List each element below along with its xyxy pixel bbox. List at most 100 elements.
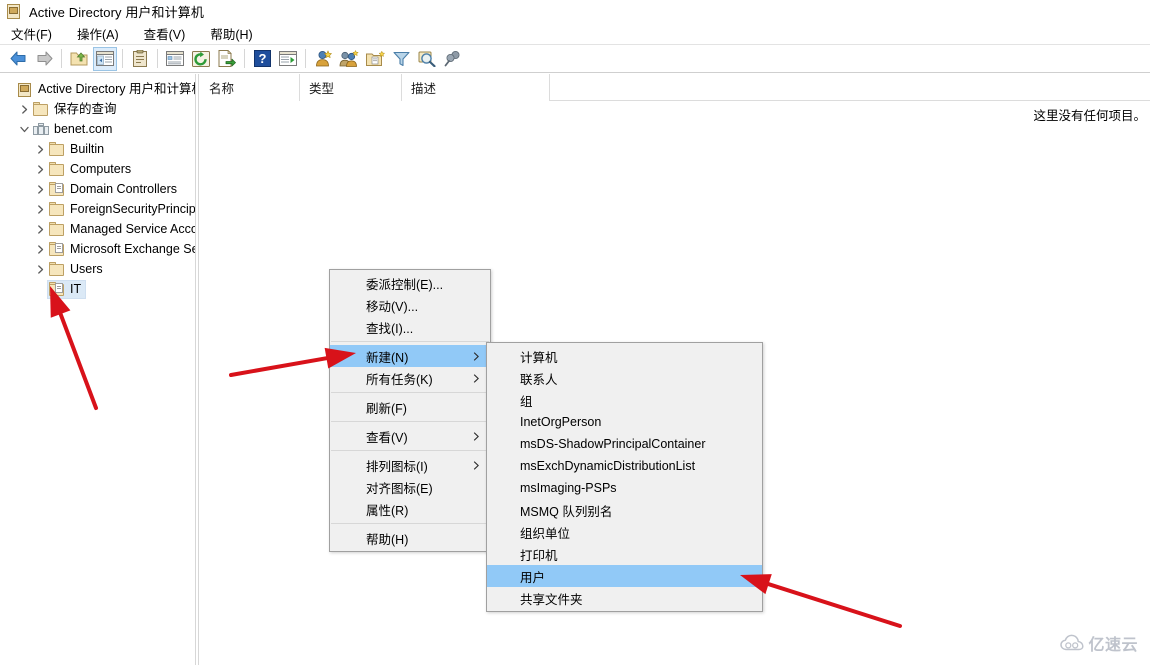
menu-item-label: msExchDynamicDistributionList: [520, 459, 696, 473]
new-shared-folder[interactable]: 共享文件夹: [487, 587, 762, 609]
column-header-filler: [550, 74, 1150, 101]
menu-item-label: 计算机: [520, 350, 558, 365]
back-icon[interactable]: [6, 47, 30, 71]
new-msimaging-psps[interactable]: msImaging-PSPs: [487, 477, 762, 499]
chevron-right-icon[interactable]: [16, 101, 32, 117]
new-ou-icon[interactable]: [363, 47, 387, 71]
tree-node-computers[interactable]: Computers: [0, 159, 195, 179]
saved-query-icon[interactable]: [441, 47, 465, 71]
new-computer[interactable]: 计算机: [487, 345, 762, 367]
new-group-icon[interactable]: [337, 47, 361, 71]
menu-bar: 文件(F) 操作(A) 查看(V) 帮助(H): [0, 22, 1150, 44]
menu-item-label: 查找(I)...: [366, 321, 414, 336]
ctx-arrange-icons[interactable]: 排列图标(I): [330, 454, 490, 476]
menu-item-label: 属性(R): [366, 503, 409, 518]
new-user[interactable]: 用户: [487, 565, 762, 587]
filter-icon[interactable]: [389, 47, 413, 71]
help-icon[interactable]: ?: [250, 47, 274, 71]
ou-folder-icon: [49, 181, 65, 197]
new-msds-shadowprincipalcontainer[interactable]: msDS-ShadowPrincipalContainer: [487, 433, 762, 455]
ctx-find[interactable]: 查找(I)...: [330, 316, 490, 338]
find-icon[interactable]: [415, 47, 439, 71]
menu-item-label: msImaging-PSPs: [520, 481, 617, 495]
toolbar-separator: [244, 49, 245, 68]
tree-node-[interactable]: 保存的查询: [0, 99, 195, 119]
chevron-right-icon[interactable]: [32, 241, 48, 257]
refresh-icon[interactable]: [189, 47, 213, 71]
console-root-icon: [17, 82, 33, 97]
new-group[interactable]: 组: [487, 389, 762, 411]
ctx-delegate-control[interactable]: 委派控制(E)...: [330, 272, 490, 294]
up-one-level-icon[interactable]: [67, 47, 91, 71]
new-submenu[interactable]: 计算机联系人组 InetOrgPerson msDS-ShadowPrincipal…: [486, 342, 763, 612]
tree-node-active-directory[interactable]: Active Directory 用户和计算机: [0, 79, 195, 99]
ctx-align-icons[interactable]: 对齐图标(E): [330, 476, 490, 498]
menu-help[interactable]: 帮助(H): [206, 22, 263, 45]
folder-icon: [49, 141, 65, 157]
ctx-view[interactable]: 查看(V): [330, 425, 490, 447]
chevron-right-icon[interactable]: [32, 261, 48, 277]
column-description[interactable]: 描述: [402, 74, 550, 101]
tree-node-label: Builtin: [70, 141, 105, 156]
console-tree-pane[interactable]: Active Directory 用户和计算机保存的查询 benet.com Bui…: [0, 74, 195, 665]
export-list-icon[interactable]: [215, 47, 239, 71]
menu-item-label: 新建(N): [366, 350, 409, 365]
chevron-down-icon[interactable]: [16, 121, 32, 137]
menu-item-label: MSMQ 队列别名: [520, 504, 613, 519]
tree-node-label: 保存的查询: [54, 101, 117, 116]
folder-icon: [49, 261, 65, 277]
forward-icon[interactable]: [32, 47, 56, 71]
menu-separator: [331, 450, 489, 451]
menu-file[interactable]: 文件(F): [7, 22, 63, 45]
ctx-all-tasks[interactable]: 所有任务(K): [330, 367, 490, 389]
new-contact[interactable]: 联系人: [487, 367, 762, 389]
context-menu[interactable]: 委派控制(E)... 移动(V)... 查找(I)... 新建(N) 所有任务(K) 刷新…: [329, 269, 491, 552]
folder-icon: [49, 201, 65, 217]
show-hide-tree-icon[interactable]: [93, 46, 117, 71]
tree-node-label: Microsoft Exchange Security Groups: [70, 241, 195, 256]
menu-item-label: 联系人: [520, 372, 558, 387]
tree-chevron-placeholder: [32, 281, 48, 297]
tree-node-foreignsecurityprincipals[interactable]: ForeignSecurityPrincipals: [0, 199, 195, 219]
tree-node-label: Active Directory 用户和计算机: [38, 81, 195, 96]
ctx-refresh[interactable]: 刷新(F): [330, 396, 490, 418]
menu-view[interactable]: 查看(V): [140, 22, 197, 45]
window-title: Active Directory 用户和计算机: [29, 4, 204, 20]
new-msmq-queue-alias[interactable]: MSMQ 队列别名: [487, 499, 762, 521]
menu-separator: [331, 341, 489, 342]
chevron-right-icon[interactable]: [32, 201, 48, 217]
tree-node-managed-service-accounts[interactable]: Managed Service Accounts: [0, 219, 195, 239]
tree-node-label: Managed Service Accounts: [70, 221, 195, 236]
chevron-right-icon[interactable]: [32, 181, 48, 197]
chevron-right-icon[interactable]: [32, 221, 48, 237]
list-view-icon[interactable]: [163, 47, 187, 71]
chevron-right-icon[interactable]: [32, 141, 48, 157]
new-inetorgperson[interactable]: InetOrgPerson: [487, 411, 762, 433]
pane-splitter[interactable]: [195, 74, 199, 665]
column-type[interactable]: 类型: [300, 74, 402, 101]
column-name[interactable]: 名称: [200, 74, 300, 101]
run-icon[interactable]: [276, 47, 300, 71]
tree-node-label: benet.com: [54, 121, 113, 136]
menu-item-label: 帮助(H): [366, 532, 409, 547]
ou-folder-icon: [49, 241, 65, 257]
properties-icon[interactable]: [128, 47, 152, 71]
new-user-icon[interactable]: [311, 47, 335, 71]
new-msexchdynamicdistributionlist[interactable]: msExchDynamicDistributionList: [487, 455, 762, 477]
tree-node-domain-controllers[interactable]: Domain Controllers: [0, 179, 195, 199]
tree-node-users[interactable]: Users: [0, 259, 195, 279]
tree-node-benet-com[interactable]: benet.com: [0, 119, 195, 139]
toolbar-separator: [157, 49, 158, 68]
ctx-move[interactable]: 移动(V)...: [330, 294, 490, 316]
tree-node-builtin[interactable]: Builtin: [0, 139, 195, 159]
new-organizational-unit[interactable]: 组织单位: [487, 521, 762, 543]
chevron-right-icon[interactable]: [32, 161, 48, 177]
new-printer[interactable]: 打印机: [487, 543, 762, 565]
tree-node-microsoft-exchange-security-groups[interactable]: Microsoft Exchange Security Groups: [0, 239, 195, 259]
ctx-new[interactable]: 新建(N): [330, 345, 490, 367]
tree-node-it[interactable]: IT: [0, 279, 195, 299]
toolbar-separator: [61, 49, 62, 68]
menu-action[interactable]: 操作(A): [73, 22, 130, 45]
ctx-help[interactable]: 帮助(H): [330, 527, 490, 549]
ctx-properties[interactable]: 属性(R): [330, 498, 490, 520]
